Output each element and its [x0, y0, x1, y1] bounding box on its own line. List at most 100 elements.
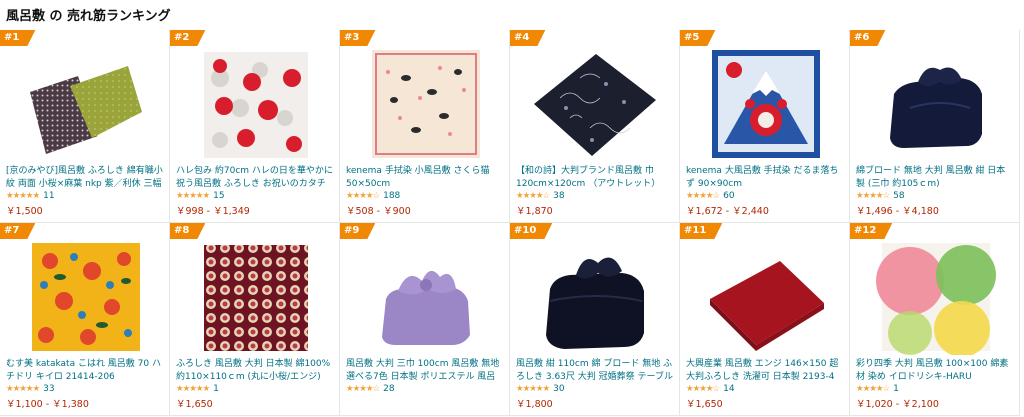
star-rating-icon: ★★★★☆	[856, 191, 890, 201]
review-count-link[interactable]: 11	[43, 191, 54, 201]
review-count-link[interactable]: 38	[553, 191, 564, 201]
product-image[interactable]	[700, 241, 830, 355]
star-rating-icon: ★★★★★	[176, 384, 210, 394]
product-name-link[interactable]: むす美 katakata こはれ 風呂敷 70 ハチドリ キイロ 21414-2…	[6, 358, 164, 384]
price: ￥1,500	[6, 206, 43, 217]
product-card[interactable]: #9 風呂敷 大判 三巾 100cm 風呂敷 無地 選べる7色 日本製 ポリエス…	[340, 223, 510, 416]
product-card[interactable]: #5 kenema 大風呂敷 手拭染 だるま落ちず 90×90cm ★★★★☆ 6…	[680, 30, 850, 223]
price: ￥998 - ￥1,349	[176, 206, 250, 217]
product-card[interactable]: #3 kenema 手拭染 小風呂敷 さくら猫 50×50cm ★★★★☆ 188…	[340, 30, 510, 223]
product-name-link[interactable]: 彩り四季 大判 風呂敷 100×100 綿素材 染め イロドリシキ-HARU	[856, 358, 1014, 384]
star-rating-icon: ★★★★☆	[346, 384, 380, 394]
review-count-link[interactable]: 15	[213, 191, 224, 201]
rank-badge: #12	[850, 223, 892, 239]
review-count-link[interactable]: 1	[213, 384, 219, 394]
product-card[interactable]: #2 ハレ包み 約70cm ハレの日を華やかに祝う風呂敷 ふろしき お祝いのカタ…	[170, 30, 340, 223]
product-card[interactable]: #10 風呂敷 紺 110cm 綿 ブロード 無地 ふろしき 3.63尺 大判 …	[510, 223, 680, 416]
price: ￥1,870	[516, 206, 553, 217]
ranking-grid: #1 [京のみやび]風呂敷 ふろしき 綿有職小紋 両面 小桜×麻葉 nkp 紫／…	[0, 30, 1024, 417]
rank-badge: #8	[170, 223, 205, 239]
product-name-link[interactable]: 綿ブロード 無地 大判 風呂敷 紺 日本製 (三巾 約105ｃm)	[856, 165, 1014, 191]
review-count-link[interactable]: 33	[43, 384, 54, 394]
product-name-link[interactable]: 風呂敷 大判 三巾 100cm 風呂敷 無地 選べる7色 日本製 ポリエステル …	[346, 358, 504, 384]
product-name-link[interactable]: kenema 手拭染 小風呂敷 さくら猫 50×50cm	[346, 165, 504, 191]
star-rating-icon: ★★★★★	[6, 191, 40, 201]
product-image[interactable]	[190, 48, 320, 162]
star-rating-icon: ★★★★☆	[856, 384, 890, 394]
furoshiki-image	[710, 261, 824, 351]
star-rating-icon: ★★★★☆	[686, 384, 720, 394]
furoshiki-image	[876, 243, 996, 355]
star-rating-icon: ★★★★☆	[346, 191, 380, 201]
page-title: 風呂敷 の 売れ筋ランキング	[6, 9, 171, 24]
product-image[interactable]	[870, 48, 1000, 162]
rank-badge: #2	[170, 30, 205, 46]
product-image[interactable]	[20, 48, 150, 162]
furoshiki-image	[712, 50, 820, 158]
product-name-link[interactable]: ふろしき 風呂敷 大判 日本製 綿100% 約110×110ｃm (丸に小桜/エ…	[176, 358, 334, 384]
product-card[interactable]: #7 むす美 katakata こはれ 風呂敷 70 ハチドリ キイロ 2141…	[0, 223, 170, 416]
review-count-link[interactable]: 58	[893, 191, 904, 201]
furoshiki-image	[534, 54, 656, 156]
rating: ★★★★★ 11	[6, 191, 55, 202]
product-image[interactable]	[700, 48, 830, 162]
rank-badge: #4	[510, 30, 545, 46]
product-image[interactable]	[360, 48, 490, 162]
product-name-link[interactable]: 風呂敷 紺 110cm 綿 ブロード 無地 ふろしき 3.63尺 大判 冠婚葬祭…	[516, 358, 674, 384]
product-card[interactable]: #12 彩り四季 大判 風呂敷 100×100 綿素材 染め イロドリシキ-HA…	[850, 223, 1020, 416]
review-count-link[interactable]: 28	[383, 384, 394, 394]
price: ￥1,496 - ￥4,180	[856, 206, 939, 217]
product-image[interactable]	[190, 241, 320, 355]
price: ￥1,672 - ￥2,440	[686, 206, 769, 217]
furoshiki-image	[30, 66, 142, 154]
product-image[interactable]	[870, 241, 1000, 355]
product-image[interactable]	[530, 48, 660, 162]
product-name-link[interactable]: 【和の詩】大判ブランド風呂敷 巾 120cm×120cm （アウトレット）	[516, 165, 674, 191]
rating: ★★★★☆ 38	[516, 191, 565, 202]
price: ￥508 - ￥900	[346, 206, 411, 217]
product-image[interactable]	[360, 241, 490, 355]
product-image[interactable]	[530, 241, 660, 355]
star-rating-icon: ★★★★★	[516, 384, 550, 394]
star-rating-icon: ★★★★★	[6, 384, 40, 394]
product-image[interactable]	[20, 241, 150, 355]
product-name-link[interactable]: kenema 大風呂敷 手拭染 だるま落ちず 90×90cm	[686, 165, 844, 191]
rank-badge: #10	[510, 223, 552, 239]
review-count-link[interactable]: 14	[723, 384, 734, 394]
rank-badge: #7	[0, 223, 35, 239]
product-name-link[interactable]: 大興産業 風呂敷 エンジ 146×150 超大判ふろしき 洗濯可 日本製 219…	[686, 358, 844, 384]
furoshiki-image	[382, 270, 470, 345]
price: ￥1,100 - ￥1,380	[6, 399, 89, 410]
product-card[interactable]: #6 綿ブロード 無地 大判 風呂敷 紺 日本製 (三巾 約105ｃm) ★★★…	[850, 30, 1020, 223]
furoshiki-image	[204, 52, 308, 158]
product-name-link[interactable]: [京のみやび]風呂敷 ふろしき 綿有職小紋 両面 小桜×麻葉 nkp 紫／利休 …	[6, 165, 164, 191]
price: ￥1,020 - ￥2,100	[856, 399, 939, 410]
furoshiki-image	[372, 50, 480, 158]
furoshiki-image	[890, 67, 982, 148]
rating: ★★★★★ 33	[6, 384, 55, 395]
review-count-link[interactable]: 1	[893, 384, 899, 394]
review-count-link[interactable]: 60	[723, 191, 734, 201]
product-card[interactable]: #1 [京のみやび]風呂敷 ふろしき 綿有職小紋 両面 小桜×麻葉 nkp 紫／…	[0, 30, 170, 223]
furoshiki-image	[546, 257, 644, 349]
rank-badge: #5	[680, 30, 715, 46]
rank-badge: #3	[340, 30, 375, 46]
rating: ★★★★★ 30	[516, 384, 565, 395]
rank-badge: #6	[850, 30, 885, 46]
review-count-link[interactable]: 188	[383, 191, 400, 201]
price: ￥1,650	[176, 399, 213, 410]
star-rating-icon: ★★★★☆	[516, 191, 550, 201]
rank-badge: #1	[0, 30, 35, 46]
rating: ★★★★☆ 58	[856, 191, 905, 202]
review-count-link[interactable]: 30	[553, 384, 564, 394]
rating: ★★★★☆ 60	[686, 191, 735, 202]
star-rating-icon: ★★★★★	[176, 191, 210, 201]
product-card[interactable]: #8 ふろしき 風呂敷 大判 日本製 綿100% 約110×110ｃm (丸に小…	[170, 223, 340, 416]
product-card[interactable]: #11 大興産業 風呂敷 エンジ 146×150 超大判ふろしき 洗濯可 日本製…	[680, 223, 850, 416]
product-name-link[interactable]: ハレ包み 約70cm ハレの日を華やかに祝う風呂敷 ふろしき お祝いのカタチ お…	[176, 165, 334, 191]
price: ￥1,800	[516, 399, 553, 410]
product-card[interactable]: #4 【和の詩】大判ブランド風呂敷 巾 120cm×120cm （アウトレット）…	[510, 30, 680, 223]
price: ￥1,650	[686, 399, 723, 410]
rating: ★★★★☆ 28	[346, 384, 395, 395]
rating: ★★★★☆ 14	[686, 384, 735, 395]
